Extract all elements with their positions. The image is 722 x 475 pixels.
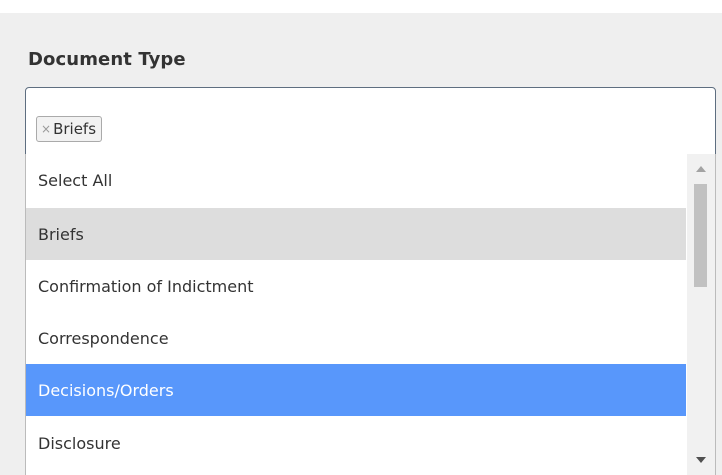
scrollbar-thumb[interactable] <box>694 184 707 287</box>
arrow-up-icon[interactable] <box>687 160 715 177</box>
option-decisions-orders[interactable]: Decisions/Orders <box>26 364 686 416</box>
option-select-all[interactable]: Select All <box>26 154 686 206</box>
document-type-label: Document Type <box>28 49 186 70</box>
close-icon[interactable]: × <box>41 123 51 135</box>
selected-chip-briefs: × Briefs <box>36 116 103 142</box>
option-briefs[interactable]: Briefs <box>26 208 686 260</box>
arrow-down-icon[interactable] <box>687 452 715 469</box>
option-disclosure[interactable]: Disclosure <box>26 417 686 469</box>
option-correspondence[interactable]: Correspondence <box>26 312 686 364</box>
document-type-dropdown: Select All Briefs Confirmation of Indict… <box>25 154 716 475</box>
dropdown-scrollbar[interactable] <box>687 154 715 475</box>
chip-label: Briefs <box>53 120 97 138</box>
option-confirmation-of-indictment[interactable]: Confirmation of Indictment <box>26 260 686 312</box>
